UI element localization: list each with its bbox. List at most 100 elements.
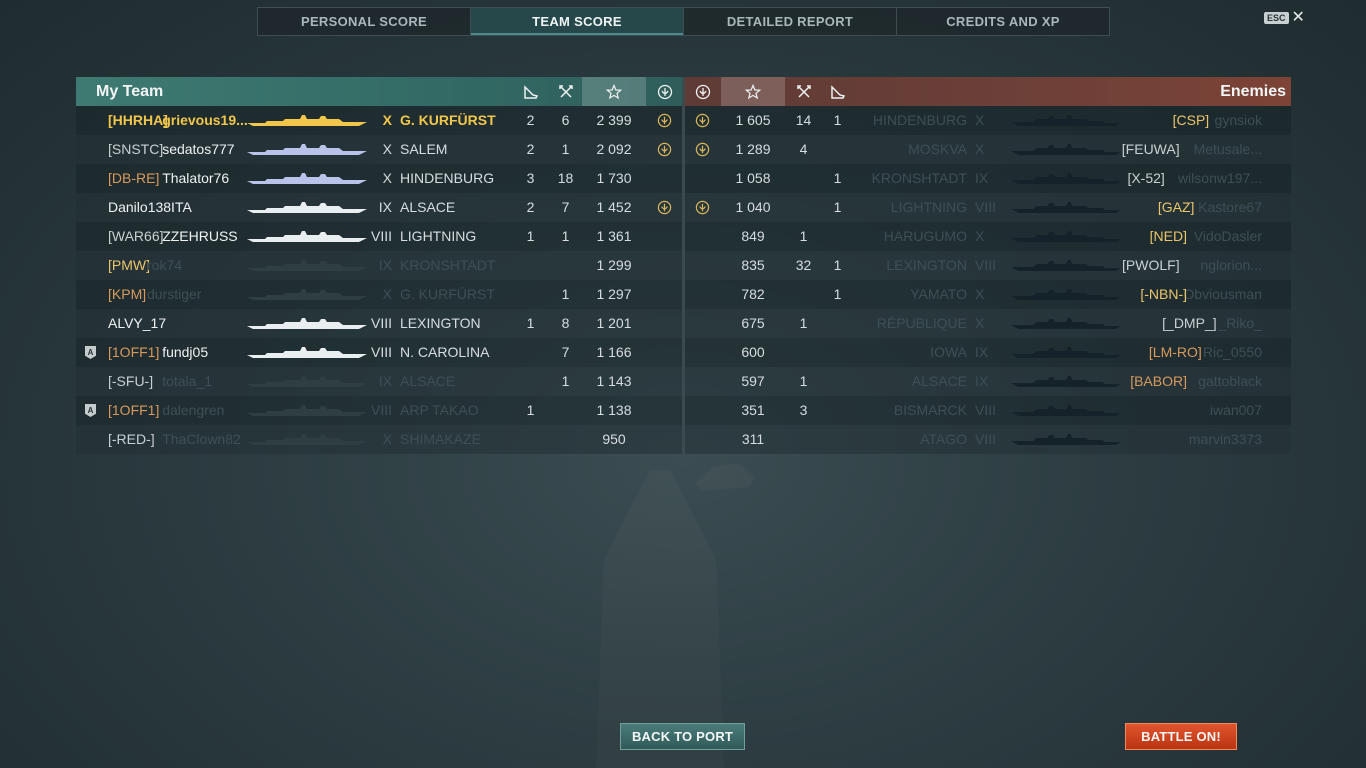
- player-name[interactable]: Danilo138ITA: [108, 193, 192, 222]
- base-xp-score: 1 201: [596, 315, 632, 331]
- my-team-row[interactable]: [PMW] rok74 IX KRONSHTADT 1 299: [76, 251, 682, 280]
- player-name[interactable]: Thalator76: [162, 164, 229, 193]
- base-xp-star-icon[interactable]: [721, 77, 785, 106]
- my-team-row[interactable]: A [1OFF1] fundj05 VIII N. CAROLINA 7 1 166: [76, 338, 682, 367]
- player-name[interactable]: fundj05: [162, 338, 208, 367]
- my-team-row[interactable]: Danilo138ITA IX ALSACE 2 7 1 452: [76, 193, 682, 222]
- player-name[interactable]: gattoblack: [1198, 367, 1262, 396]
- ship-tier: IX: [378, 199, 392, 215]
- tab-detailed-report[interactable]: DETAILED REPORT: [684, 8, 897, 35]
- base-xp-star-icon[interactable]: [582, 77, 646, 106]
- my-team-row[interactable]: A [1OFF1] dalengren VIII ARP TAKAO 1 1 138: [76, 396, 682, 425]
- player-name[interactable]: sedatos777: [162, 135, 234, 164]
- player-name[interactable]: grievous19...: [162, 106, 248, 135]
- ship-silhouette: [1011, 433, 1121, 446]
- kills-count: 8: [561, 315, 570, 331]
- kills-icon[interactable]: [553, 77, 578, 106]
- my-team-row[interactable]: [-SFU-] totala_1 IX ALSACE 1 1 143: [76, 367, 682, 396]
- ship-name: LEXINGTON: [400, 315, 481, 331]
- ship-name: N. CAROLINA: [400, 344, 490, 360]
- my-team-row[interactable]: [-RED-] ThaClown82 X SHIMAKAZE 950: [76, 425, 682, 454]
- clan-tag: [KPM]: [108, 286, 147, 302]
- ship-silhouette: [247, 288, 367, 301]
- clan-tag: [NED]: [1149, 228, 1187, 244]
- base-xp-score: 1 452: [596, 199, 632, 215]
- player-name[interactable]: ZZEHRUSS: [162, 222, 237, 251]
- player-name[interactable]: Kastore67: [1198, 193, 1262, 222]
- my-team-row[interactable]: [KPM] durstiger X G. KURFÜRST 1 1 297: [76, 280, 682, 309]
- enemy-row[interactable]: 849 1 HARUGUMO X VidoDasler [NED]: [685, 222, 1291, 251]
- ship-name: MOSKVA: [908, 141, 967, 157]
- player-name[interactable]: gynsiok: [1215, 106, 1262, 135]
- player-name[interactable]: nglorion...: [1201, 251, 1262, 280]
- player-name[interactable]: iwan007: [1210, 396, 1262, 425]
- tab-team-score[interactable]: TEAM SCORE: [471, 8, 684, 35]
- planes-destroyed-icon[interactable]: [518, 77, 543, 106]
- planes-destroyed: [825, 367, 850, 396]
- player-name[interactable]: Metusale...: [1194, 135, 1262, 164]
- player-name[interactable]: Obviousman: [1183, 280, 1262, 309]
- player-name[interactable]: Ric_0550: [1203, 338, 1262, 367]
- close-button[interactable]: ESC ✕: [1264, 10, 1305, 26]
- ship-name: ARP TAKAO: [400, 402, 479, 418]
- clan-tag: [HHRHA]: [108, 112, 168, 128]
- enemy-row[interactable]: 1 040 1 LIGHTNING VIII Kastore67 [GAZ]: [685, 193, 1291, 222]
- ship-tier: IX: [975, 373, 989, 389]
- kills-count: [791, 280, 816, 309]
- player-name[interactable]: marvin3373: [1189, 425, 1262, 454]
- planes-destroyed: 1: [833, 286, 842, 302]
- enemy-row[interactable]: 1 289 4 MOSKVA X Metusale... [FEUWA]: [685, 135, 1291, 164]
- back-to-port-button[interactable]: BACK TO PORT: [620, 723, 745, 750]
- my-team-row[interactable]: [WAR66] ZZEHRUSS VIII LIGHTNING 1 1 1 361: [76, 222, 682, 251]
- planes-destroyed-icon[interactable]: [825, 77, 850, 106]
- results-tabs: PERSONAL SCORE TEAM SCORE DETAILED REPOR…: [257, 7, 1110, 36]
- player-name[interactable]: VidoDasler: [1194, 222, 1262, 251]
- player-name[interactable]: dalengren: [162, 396, 224, 425]
- ship-silhouette: [247, 201, 367, 214]
- medal-icon: [657, 200, 672, 215]
- planes-destroyed: [825, 338, 850, 367]
- kills-icon[interactable]: [791, 77, 816, 106]
- enemy-row[interactable]: 600 IOWA IX Ric_0550 [LM-RO]: [685, 338, 1291, 367]
- enemies-header: Enemies: [685, 77, 1291, 106]
- enemy-row[interactable]: 782 1 YAMATO X Obviousman [-NBN-]: [685, 280, 1291, 309]
- planes-destroyed: [518, 280, 543, 309]
- enemy-row[interactable]: 675 1 RÉPUBLIQUE X _Riko_ [_DMP_]: [685, 309, 1291, 338]
- ship-name: G. KURFÜRST: [400, 112, 496, 128]
- base-xp-score: 1 299: [596, 257, 632, 273]
- player-name[interactable]: rok74: [147, 251, 182, 280]
- my-team-row[interactable]: ALVY_17 VIII LEXINGTON 1 8 1 201: [76, 309, 682, 338]
- planes-destroyed: [825, 425, 850, 454]
- tab-personal-score[interactable]: PERSONAL SCORE: [258, 8, 471, 35]
- player-name[interactable]: totala_1: [162, 367, 212, 396]
- my-team-row[interactable]: [HHRHA] grievous19... X G. KURFÜRST 2 6 2 399: [76, 106, 682, 135]
- player-name[interactable]: durstiger: [147, 280, 201, 309]
- enemy-row[interactable]: 835 32 1 LEXINGTON VIII nglorion... [PWOLF]: [685, 251, 1291, 280]
- enemy-row[interactable]: 351 3 BISMARCK VIII iwan007: [685, 396, 1291, 425]
- player-name[interactable]: _Riko_: [1218, 309, 1262, 338]
- tab-credits-and-xp[interactable]: CREDITS AND XP: [897, 8, 1109, 35]
- player-name[interactable]: ALVY_17: [108, 309, 166, 338]
- my-team-row[interactable]: [SNSTC] sedatos777 X SALEM 2 1 2 092: [76, 135, 682, 164]
- achievement-icon[interactable]: [652, 77, 677, 106]
- player-name[interactable]: ThaClown82: [162, 425, 241, 454]
- enemy-row[interactable]: 1 605 14 1 HINDENBURG Xgynsiok [CSP]: [685, 106, 1291, 135]
- base-xp-score: 600: [741, 344, 765, 360]
- battle-on-button[interactable]: BATTLE ON!: [1125, 723, 1237, 750]
- my-team-row[interactable]: [DB-RE] Thalator76 X HINDENBURG 3 18 1 730: [76, 164, 682, 193]
- enemy-row[interactable]: 1 058 1 KRONSHTADT IX wilsonw197... [X-52]: [685, 164, 1291, 193]
- ship-silhouette: [247, 114, 367, 127]
- ship-silhouette: [247, 230, 367, 243]
- kills-count: 18: [557, 170, 574, 186]
- my-team-title: My Team: [96, 82, 164, 100]
- ship-silhouette: [1011, 346, 1121, 359]
- base-xp-score: 1 297: [596, 286, 632, 302]
- planes-destroyed: [518, 425, 543, 454]
- division-badge: A: [85, 404, 96, 417]
- player-name[interactable]: wilsonw197...: [1178, 164, 1262, 193]
- clan-tag: [DB-RE]: [108, 170, 160, 186]
- planes-destroyed: 1: [526, 315, 535, 331]
- enemy-row[interactable]: 597 1 ALSACE IX gattoblack [BABOR]: [685, 367, 1291, 396]
- enemy-row[interactable]: 311 ATAGO VIII marvin3373: [685, 425, 1291, 454]
- achievement-icon[interactable]: [690, 77, 715, 106]
